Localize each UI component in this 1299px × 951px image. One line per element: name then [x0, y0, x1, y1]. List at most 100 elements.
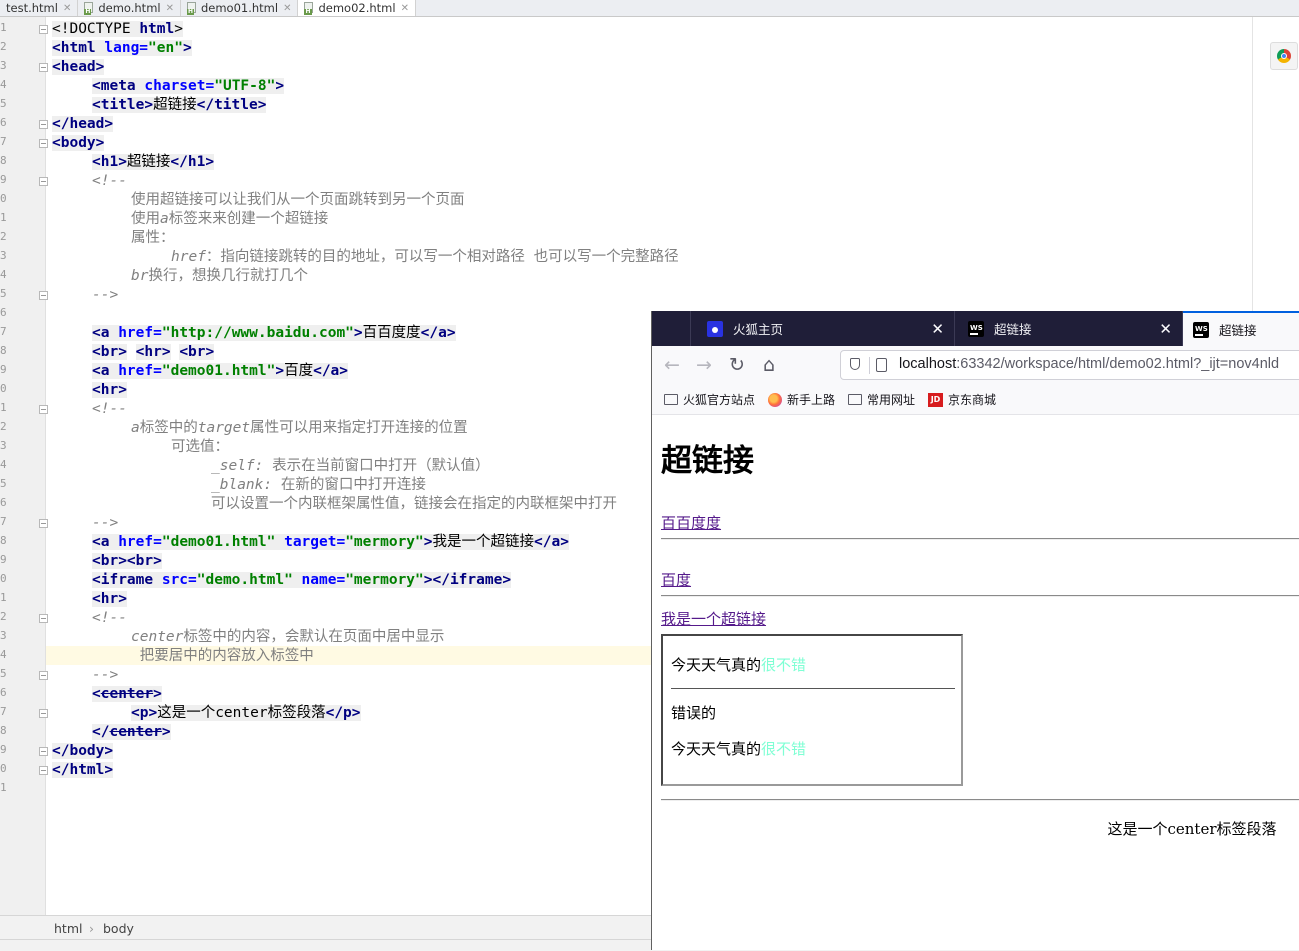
page-heading: 超链接 — [661, 443, 754, 479]
line-number: 1 — [0, 401, 7, 414]
editor-tab-demo02-html[interactable]: H demo02.html ✕ — [298, 0, 416, 16]
bookmark-label: 常用网址 — [867, 393, 916, 407]
bookmark-jd-mall[interactable]: JD 京东商城 — [928, 391, 996, 408]
editor-tab-demo01-html[interactable]: H demo01.html ✕ — [181, 0, 299, 16]
link-target-frame[interactable]: 我是一个超链接 — [661, 608, 766, 629]
fold-toggle-icon[interactable] — [39, 139, 48, 148]
line-number: 0 — [0, 572, 7, 585]
line-number: 5 — [0, 477, 7, 490]
bookmark-label: 火狐官方站点 — [683, 393, 756, 407]
fold-toggle-icon[interactable] — [39, 519, 48, 528]
line-number: 4 — [0, 268, 7, 281]
line-number: 7 — [0, 705, 7, 718]
navigation-toolbar: ← → ↻ ⌂ localhost:63342/workspace/html/d… — [652, 346, 1299, 384]
line-number: 1 — [0, 211, 7, 224]
editor-tab-label: test.html — [6, 1, 58, 15]
iframe-paragraph: 错误的 — [671, 704, 717, 722]
browser-tab-label: 火狐主页 — [733, 322, 784, 337]
line-number: 1 — [0, 781, 7, 794]
fold-toggle-icon[interactable] — [39, 747, 48, 756]
line-number: 9 — [0, 743, 7, 756]
browser-tab-label: 超链接 — [994, 322, 1032, 337]
close-icon[interactable]: ✕ — [166, 3, 174, 14]
line-number: 7 — [0, 515, 7, 528]
browser-tab-bar: 火狐主页 ✕ WS 超链接 ✕ WS 超链接 — [652, 311, 1299, 346]
line-number: 8 — [0, 344, 7, 357]
forward-arrow-icon[interactable]: → — [692, 353, 716, 377]
breadcrumb-html[interactable]: html — [54, 921, 82, 936]
line-number: 3 — [0, 439, 7, 452]
page-info-icon[interactable] — [876, 358, 887, 372]
editor-tab-test-html[interactable]: test.html ✕ — [0, 0, 79, 16]
line-number: 4 — [0, 458, 7, 471]
line-number: 3 — [0, 59, 7, 72]
fold-toggle-icon[interactable] — [39, 25, 48, 34]
line-number-gutter: 1 2 3 4 5 6 7 8 9 0 1 2 3 4 5 6 7 8 9 0 1 2 3 4 5 6 7 8 9 0 1 2 3 4 5 6 7 8 9 0… — [0, 17, 48, 915]
browser-tab-hyperlink-1[interactable]: WS 超链接 ✕ — [955, 311, 1183, 346]
line-number: 1 — [0, 591, 7, 604]
tab-bar-spacer — [652, 311, 691, 346]
breadcrumb-body[interactable]: body — [103, 921, 134, 936]
fold-toggle-icon[interactable] — [39, 63, 48, 72]
link-baidu-demo01[interactable]: 百度 — [661, 569, 691, 590]
page-viewport: 超链接 百百度度 百度 我是一个超链接 今天天气真的很不错 错误的 今天天气真的… — [652, 415, 1299, 950]
html-file-icon: H — [304, 2, 314, 15]
bookmark-getting-started[interactable]: 新手上路 — [768, 391, 835, 408]
tracking-protection-shield-icon[interactable] — [850, 358, 860, 370]
close-icon[interactable]: ✕ — [283, 3, 291, 14]
editor-tab-demo-html[interactable]: H demo.html ✕ — [78, 0, 181, 16]
fold-toggle-icon[interactable] — [39, 177, 48, 186]
fold-toggle-icon[interactable] — [39, 614, 48, 623]
urlbar-separator — [869, 357, 870, 374]
line-number: 6 — [0, 306, 7, 319]
jd-logo-icon: JD — [928, 392, 943, 407]
browser-tab-hyperlink-active[interactable]: WS 超链接 — [1183, 311, 1299, 346]
line-number: 6 — [0, 496, 7, 509]
reload-icon[interactable]: ↻ — [725, 353, 749, 377]
bookmark-common-sites[interactable]: 常用网址 — [848, 391, 915, 408]
line-number: 8 — [0, 724, 7, 737]
horizontal-rule — [661, 538, 1299, 540]
inline-frame[interactable]: 今天天气真的很不错 错误的 今天天气真的很不错 — [661, 634, 963, 786]
bookmark-firefox-official[interactable]: 火狐官方站点 — [664, 391, 755, 408]
folder-icon — [664, 394, 678, 405]
bookmark-label: 新手上路 — [787, 393, 836, 407]
fold-toggle-icon[interactable] — [39, 405, 48, 414]
line-number: 2 — [0, 40, 7, 53]
address-bar[interactable]: localhost:63342/workspace/html/demo02.ht… — [840, 350, 1299, 380]
bookmark-label: 京东商城 — [948, 393, 997, 407]
editor-tab-label: demo.html — [98, 1, 161, 15]
fold-toggle-icon[interactable] — [39, 671, 48, 680]
bookmarks-toolbar: 火狐官方站点 新手上路 常用网址 JD 京东商城 — [652, 384, 1299, 415]
close-icon[interactable]: ✕ — [401, 3, 409, 14]
url-text[interactable]: localhost:63342/workspace/html/demo02.ht… — [899, 356, 1279, 372]
link-baidu-external[interactable]: 百百度度 — [661, 512, 721, 533]
center-paragraph: 这是一个center标签段落 — [1107, 820, 1277, 838]
fold-toggle-icon[interactable] — [39, 291, 48, 300]
back-arrow-icon[interactable]: ← — [660, 353, 684, 377]
line-number: 3 — [0, 629, 7, 642]
line-number: 5 — [0, 97, 7, 110]
home-icon[interactable]: ⌂ — [757, 353, 781, 377]
fold-toggle-icon[interactable] — [39, 709, 48, 718]
horizontal-rule — [661, 595, 1299, 597]
editor-tab-bar: test.html ✕ H demo.html ✕ H demo01.html … — [0, 0, 1299, 17]
close-tab-icon[interactable]: ✕ — [1159, 320, 1172, 338]
line-number: 5 — [0, 667, 7, 680]
folder-icon — [848, 394, 862, 405]
line-number: 8 — [0, 154, 7, 167]
editor-tab-label: demo01.html — [200, 1, 279, 15]
close-icon[interactable]: ✕ — [63, 3, 71, 14]
fold-toggle-icon[interactable] — [39, 120, 48, 129]
line-number: 8 — [0, 534, 7, 547]
line-number: 4 — [0, 648, 7, 661]
browser-tab-firefox-home[interactable]: 火狐主页 ✕ — [691, 311, 955, 346]
chrome-browser-icon[interactable] — [1270, 42, 1298, 70]
fold-toggle-icon[interactable] — [39, 766, 48, 775]
webstorm-icon: WS — [1193, 321, 1209, 338]
close-tab-icon[interactable]: ✕ — [931, 320, 944, 338]
iframe-horizontal-rule — [671, 688, 955, 689]
html-file-icon: H — [186, 2, 197, 15]
webstorm-icon: WS — [968, 320, 984, 337]
line-number: 3 — [0, 249, 7, 262]
